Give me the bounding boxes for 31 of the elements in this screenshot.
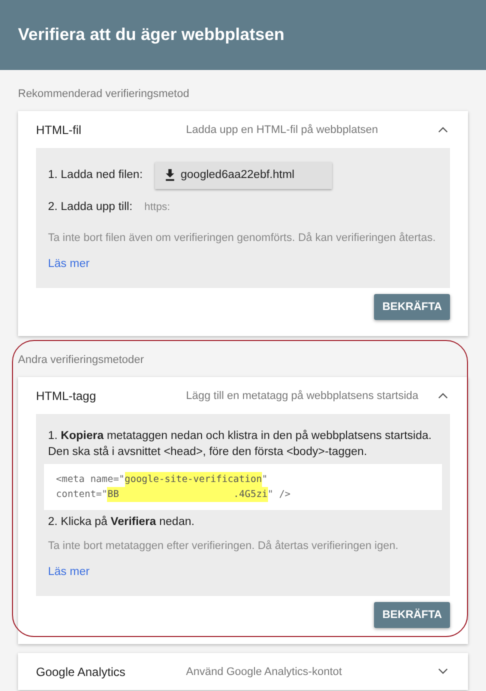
- collapse-icon[interactable]: [438, 392, 448, 399]
- download-icon: [164, 169, 175, 181]
- section-label: Rekommenderad verifieringsmetod: [17, 87, 190, 102]
- method-description: Ladda upp en HTML-fil på webbplatsen: [186, 124, 380, 136]
- method-title: HTML-fil: [36, 122, 82, 136]
- highlighted-code: BB .4G5zi: [107, 487, 268, 502]
- read-more-link[interactable]: Läs mer: [48, 566, 90, 578]
- upload-url: https:: [144, 201, 170, 213]
- method-title: Google Analytics: [36, 664, 126, 678]
- note-text: Ta inte bort filen även om verifieringen genomförts. Då kan verifieringen återtas.: [48, 232, 437, 244]
- note-text: Ta inte bort metataggen efter verifieringen. Då återtas verifieringen igen.: [48, 540, 400, 552]
- confirm-button[interactable]: BEKRÄFTA: [374, 602, 450, 628]
- read-more-link[interactable]: Läs mer: [48, 258, 90, 270]
- confirm-button[interactable]: BEKRÄFTA: [374, 294, 450, 320]
- code-text: <meta name=": [56, 473, 125, 487]
- step-text: 1. Ladda ned filen:: [48, 169, 143, 181]
- method-title: HTML-tagg: [36, 388, 98, 402]
- page-title: Verifiera att du äger webbplatsen: [18, 25, 284, 45]
- expand-icon[interactable]: [438, 668, 448, 675]
- method-description: Lägg till en metatagg på webbplatsens startsida: [186, 390, 420, 402]
- collapse-icon[interactable]: [438, 126, 448, 133]
- step-text: 1. Kopiera metataggen nedan och klistra in den på webbplatsens startsida. Den ska stå i avsnittet <head>, före den första <body>-taggen.: [48, 428, 433, 460]
- method-description: Använd Google Analytics-kontot: [186, 666, 343, 678]
- code-text: content=": [56, 488, 108, 502]
- code-text: ": [262, 473, 268, 487]
- step-text: 2. Klicka på Verifiera nedan.: [48, 514, 196, 530]
- code-text: " />: [268, 488, 291, 502]
- section-label: Andra verifieringsmetoder: [17, 353, 145, 368]
- download-button[interactable]: googled6aa22ebf.html: [154, 162, 332, 188]
- step-text: 2. Ladda upp till:: [48, 201, 132, 213]
- highlighted-code: google-site-verification: [124, 472, 262, 487]
